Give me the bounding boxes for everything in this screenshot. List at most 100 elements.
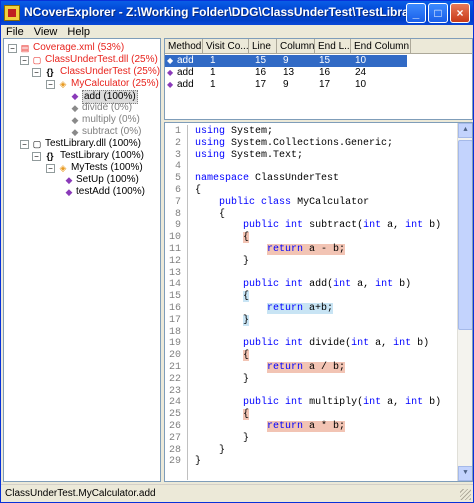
- menu-file[interactable]: File: [1, 25, 29, 38]
- sequence-point-grid[interactable]: Method Visit Co... Line Column End L... …: [164, 38, 473, 120]
- code-text: public int add(int a, int b): [243, 279, 412, 291]
- tree-label: ClassUnderTest (25%): [60, 66, 161, 77]
- collapse-icon[interactable]: −: [20, 140, 29, 149]
- code-text: {: [243, 350, 250, 362]
- minimize-button[interactable]: _: [406, 3, 426, 23]
- line-number: 19: [169, 338, 182, 350]
- code-line: 26 return a * b;: [165, 421, 457, 433]
- cell-visit-count: 1: [210, 55, 216, 66]
- scroll-down-icon[interactable]: ▼: [458, 466, 472, 481]
- line-number: 8: [174, 208, 181, 220]
- code-text: public int multiply(int a, int b): [243, 397, 442, 409]
- tree-label: MyCalculator (25%): [71, 78, 159, 89]
- cell-end-column: 24: [355, 67, 367, 78]
- grid-row[interactable]: ◆ add 1 16 13 16 24: [165, 67, 407, 79]
- column-header-end-line[interactable]: End L...: [315, 39, 351, 54]
- source-code-view[interactable]: 1 using System; 2 using System.Collections.…: [164, 122, 473, 482]
- coverage-tree[interactable]: − ▤ Coverage.xml (53%) − ▢ ClassUnderTes…: [3, 38, 161, 482]
- column-header-column[interactable]: Column: [277, 39, 315, 54]
- cell-column: 9: [283, 79, 289, 90]
- column-header-method[interactable]: Method: [165, 39, 203, 54]
- line-number: 26: [169, 421, 182, 432]
- code-text: public int divide(int a, int b): [243, 338, 430, 350]
- code-text: {: [243, 291, 250, 303]
- line-number: 28: [169, 444, 182, 456]
- collapse-icon[interactable]: −: [46, 80, 55, 89]
- collapse-icon[interactable]: −: [46, 164, 55, 173]
- line-number: 27: [169, 432, 182, 444]
- method-icon: ◆: [65, 175, 73, 185]
- maximize-button[interactable]: □: [428, 3, 448, 23]
- code-line: 15 {: [165, 291, 457, 303]
- code-text: public class MyCalculator: [219, 196, 370, 208]
- namespace-icon: {}: [46, 151, 54, 161]
- column-header-line[interactable]: Line: [249, 39, 277, 54]
- cell-line: 16: [255, 67, 267, 78]
- collapse-icon[interactable]: −: [32, 152, 41, 161]
- tree-label: SetUp (100%): [76, 174, 139, 185]
- line-number: 14: [169, 279, 182, 291]
- cell-method: add: [177, 55, 194, 66]
- assembly-icon: ▢: [32, 55, 42, 65]
- code-line: 10 {: [165, 232, 457, 244]
- cell-line: 17: [255, 79, 267, 90]
- tree-label: testAdd (100%): [76, 186, 145, 197]
- namespace-icon: {}: [46, 67, 54, 77]
- code-text: {: [243, 232, 250, 244]
- line-number: 1: [174, 126, 181, 137]
- line-number: 25: [169, 409, 182, 421]
- method-icon: ◆: [71, 103, 79, 113]
- method-icon: ◆: [71, 91, 79, 101]
- vertical-scrollbar[interactable]: ▲ ▼: [457, 123, 472, 481]
- code-line: 16 return a+b;: [165, 303, 457, 315]
- code-line: 6{: [165, 185, 457, 197]
- line-number: 21: [169, 362, 182, 373]
- line-number: 10: [169, 232, 182, 244]
- column-header-end-column[interactable]: End Column: [351, 39, 411, 54]
- menu-help[interactable]: Help: [62, 25, 95, 38]
- line-number: 12: [169, 255, 182, 267]
- collapse-icon[interactable]: −: [8, 44, 17, 53]
- line-number: 20: [169, 350, 182, 362]
- line-number: 7: [174, 196, 181, 208]
- code-text: {: [195, 185, 202, 196]
- row-icon: ◆: [167, 56, 174, 65]
- tree-label: TestLibrary (100%): [60, 150, 144, 161]
- cell-visit-count: 1: [210, 79, 216, 90]
- code-text: }: [243, 314, 250, 326]
- close-button[interactable]: ×: [450, 3, 470, 23]
- line-number: 22: [169, 373, 182, 385]
- code-line: 11 return a - b;: [165, 244, 457, 256]
- resize-grip-icon[interactable]: [460, 489, 471, 500]
- code-line: 7 public class MyCalculator: [165, 197, 457, 209]
- code-line: 9 public int subtract(int a, int b): [165, 220, 457, 232]
- tree-label: ClassUnderTest.dll (25%): [45, 54, 158, 65]
- code-line: 23: [165, 386, 457, 398]
- code-line: 21 return a / b;: [165, 362, 457, 374]
- code-line: 2 using System.Collections.Generic;: [165, 138, 457, 150]
- code-text: using System;: [195, 126, 274, 137]
- scroll-thumb[interactable]: [458, 140, 472, 330]
- class-icon: ◈: [59, 79, 67, 89]
- status-bar: ClassUnderTest.MyCalculator.add: [1, 484, 473, 502]
- code-line: 4: [165, 161, 457, 173]
- line-number: 3: [174, 149, 181, 161]
- code-line: 14 public int add(int a, int b): [165, 279, 457, 291]
- document-icon: ▤: [20, 43, 30, 53]
- title-bar[interactable]: NCoverExplorer - Z:\Working Folder\DDG\C…: [1, 1, 473, 25]
- code-line: 19 public int divide(int a, int b): [165, 338, 457, 350]
- menu-view[interactable]: View: [29, 25, 63, 38]
- line-number: 5: [174, 173, 181, 185]
- collapse-icon[interactable]: −: [20, 56, 29, 65]
- code-line: 24 public int multiply(int a, int b): [165, 397, 457, 409]
- collapse-icon[interactable]: −: [32, 68, 41, 77]
- scroll-up-icon[interactable]: ▲: [458, 123, 472, 138]
- line-number: 24: [169, 397, 182, 409]
- code-line: 8 {: [165, 209, 457, 221]
- cell-line: 15: [255, 55, 267, 66]
- column-header-visit-count[interactable]: Visit Co...: [203, 39, 249, 54]
- grid-row[interactable]: ◆ add 1 17 9 17 10: [165, 79, 407, 91]
- grid-row[interactable]: ◆ add 1 15 9 15 10: [165, 55, 407, 67]
- cell-end-line: 15: [319, 55, 331, 66]
- code-text: return a / b;: [267, 362, 346, 373]
